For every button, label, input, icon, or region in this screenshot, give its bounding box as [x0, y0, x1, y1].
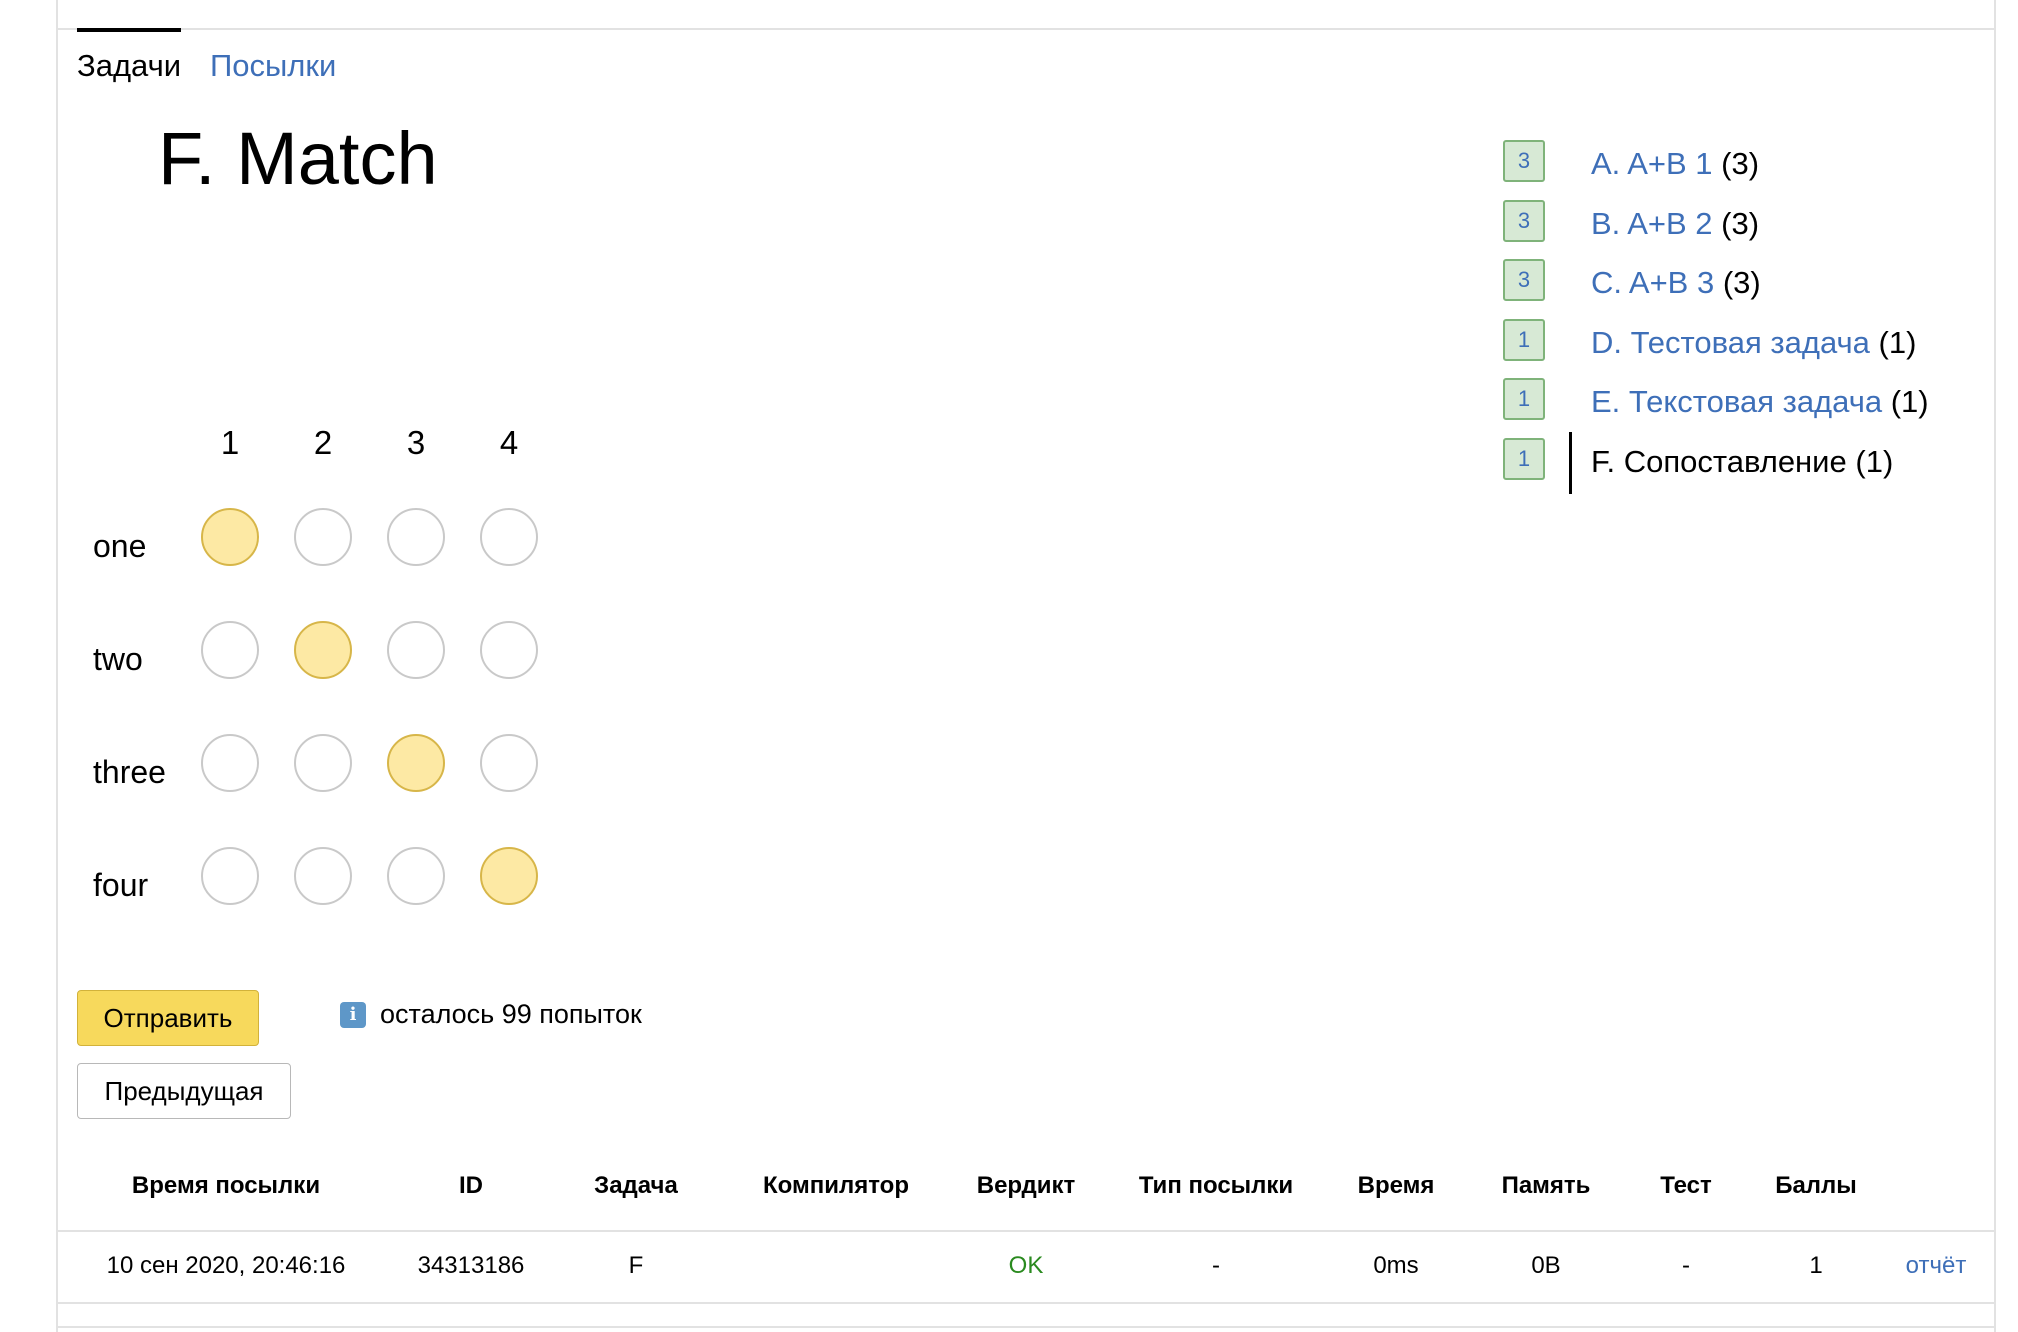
- header-verdict: Вердикт: [976, 1172, 1076, 1199]
- table-header: Время посылки ID Задача Компилятор Верди…: [56, 1172, 1996, 1226]
- column-header-2: 2: [313, 424, 333, 461]
- match-radio-two-3[interactable]: [387, 621, 445, 679]
- header-time: Время: [1357, 1172, 1435, 1199]
- column-header-3: 3: [406, 424, 426, 461]
- header-submit-time: Время посылки: [131, 1172, 321, 1199]
- row-label-two: two: [93, 641, 143, 677]
- problem-list-item-e[interactable]: 1 E. Текстовая задача (1): [1503, 378, 2003, 422]
- match-radio-four-3[interactable]: [387, 847, 445, 905]
- problem-score: (1): [1890, 384, 1929, 419]
- cell-score: 1: [1809, 1252, 1823, 1279]
- score-badge: 1: [1503, 378, 1545, 420]
- problem-score: (3): [1721, 146, 1760, 181]
- row-label-one: one: [93, 528, 147, 564]
- submit-button[interactable]: Отправить: [77, 990, 259, 1046]
- row-label-four: four: [93, 867, 149, 903]
- score-badge: 3: [1503, 200, 1545, 242]
- problem-list-item-a[interactable]: 3 A. A+B 1 (3): [1503, 140, 2003, 184]
- match-radio-one-4[interactable]: [480, 508, 538, 566]
- tab-tasks[interactable]: Задачи: [77, 28, 182, 81]
- problem-score: (3): [1721, 206, 1760, 241]
- score-badge: 3: [1503, 140, 1545, 182]
- match-radio-three-2[interactable]: [294, 734, 352, 792]
- cell-submission-type: -: [1212, 1252, 1220, 1279]
- info-icon: i: [340, 1001, 366, 1028]
- cell-submit-time: 10 сен 2020, 20:46:16: [106, 1252, 346, 1279]
- match-radio-two-4[interactable]: [480, 621, 538, 679]
- report-link[interactable]: отчёт: [1886, 1252, 1986, 1280]
- problem-link[interactable]: C. A+B 3: [1591, 265, 1714, 300]
- cell-id: 34313186: [417, 1252, 525, 1279]
- attempts-text: осталось 99 попыток: [380, 999, 642, 1029]
- score-badge: 3: [1503, 259, 1545, 301]
- problem-score: (1): [1878, 325, 1917, 360]
- problem-list-item-d[interactable]: 1 D. Тестовая задача (1): [1503, 319, 2003, 363]
- header-id: ID: [459, 1172, 483, 1199]
- cell-time: 0ms: [1373, 1252, 1419, 1279]
- match-radio-two-1[interactable]: [201, 621, 259, 679]
- match-radio-four-4[interactable]: [480, 847, 538, 905]
- table-bottom-divider: [56, 1302, 1996, 1304]
- cell-test: -: [1682, 1252, 1690, 1279]
- header-test: Тест: [1660, 1172, 1712, 1199]
- row-label-three: three: [93, 754, 166, 790]
- match-radio-four-1[interactable]: [201, 847, 259, 905]
- previous-button[interactable]: Предыдущая: [77, 1063, 291, 1119]
- header-compiler: Компилятор: [762, 1172, 909, 1199]
- header-score: Баллы: [1775, 1172, 1857, 1199]
- column-header-4: 4: [499, 424, 519, 461]
- problem-score: (1): [1855, 444, 1894, 479]
- attempts-info: i осталось 99 попыток: [340, 999, 642, 1030]
- match-radio-three-1[interactable]: [201, 734, 259, 792]
- problem-list-item-f: 1 F. Сопоставление (1): [1503, 432, 2003, 494]
- problem-score: (3): [1722, 265, 1761, 300]
- header-task: Задача: [594, 1172, 678, 1199]
- frame-bottom-line: [56, 1326, 1996, 1328]
- problem-current-name: F. Сопоставление: [1591, 444, 1847, 479]
- match-radio-one-2[interactable]: [294, 508, 352, 566]
- problem-link[interactable]: D. Тестовая задача: [1591, 325, 1870, 360]
- problem-link[interactable]: A. A+B 1: [1591, 146, 1713, 181]
- match-radio-one-1[interactable]: [201, 508, 259, 566]
- header-memory: Память: [1501, 1172, 1591, 1199]
- column-header-1: 1: [220, 424, 240, 461]
- table-row: 10 сен 2020, 20:46:16 34313186 F OK - 0m…: [56, 1232, 1996, 1302]
- problem-list-item-b[interactable]: 3 B. A+B 2 (3): [1503, 200, 2003, 244]
- score-badge: 1: [1503, 438, 1545, 480]
- cell-task: F: [628, 1252, 644, 1279]
- match-radio-four-2[interactable]: [294, 847, 352, 905]
- score-badge: 1: [1503, 319, 1545, 361]
- problem-link[interactable]: E. Текстовая задача: [1591, 384, 1882, 419]
- cell-memory: 0B: [1531, 1252, 1561, 1279]
- frame-top-line: [56, 28, 1996, 30]
- match-radio-three-4[interactable]: [480, 734, 538, 792]
- match-radio-two-2[interactable]: [294, 621, 352, 679]
- problem-title: F. Match: [158, 117, 438, 200]
- match-radio-three-3[interactable]: [387, 734, 445, 792]
- cell-verdict: OK: [1008, 1252, 1044, 1279]
- header-submission-type: Тип посылки: [1138, 1172, 1294, 1199]
- current-indicator: [1569, 432, 1572, 494]
- problem-link[interactable]: B. A+B 2: [1591, 206, 1713, 241]
- frame-left-line: [56, 0, 58, 1332]
- problem-list-item-c[interactable]: 3 C. A+B 3 (3): [1503, 259, 2003, 303]
- tab-submissions[interactable]: Посылки: [210, 28, 336, 81]
- match-radio-one-3[interactable]: [387, 508, 445, 566]
